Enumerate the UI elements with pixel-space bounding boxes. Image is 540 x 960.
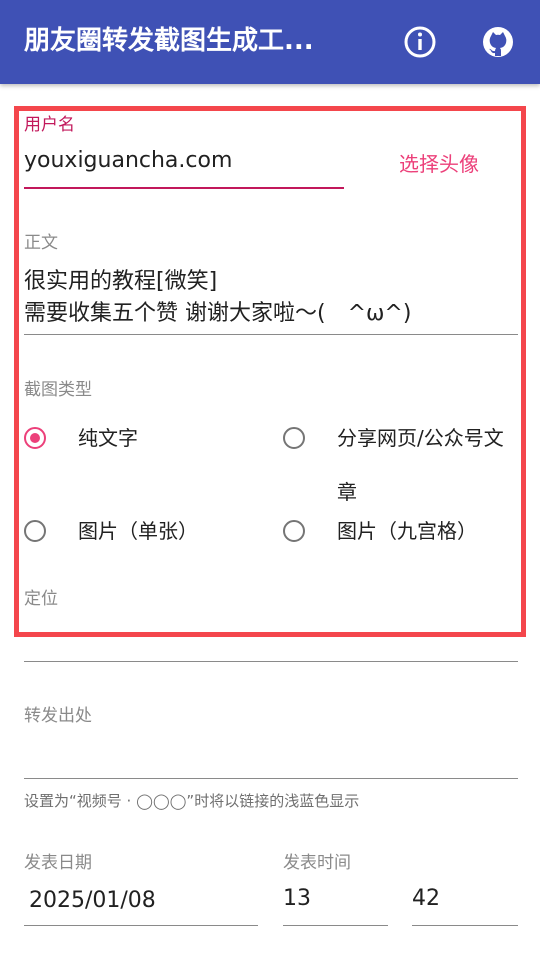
username-underline bbox=[24, 187, 344, 189]
radio-button[interactable] bbox=[24, 520, 46, 542]
radio-nine-grid[interactable]: 图片（九宫格） bbox=[283, 517, 477, 558]
radio-button[interactable] bbox=[283, 427, 305, 449]
choose-avatar-button[interactable]: 选择头像 bbox=[399, 148, 479, 177]
radio-button[interactable] bbox=[283, 520, 305, 542]
forward-source-hint: 设置为“视频号 · ◯◯◯”时将以链接的浅蓝色显示 bbox=[24, 792, 360, 810]
location-underline bbox=[24, 661, 518, 662]
app-bar: 朋友圈转发截图生成工... bbox=[0, 0, 540, 84]
app-title: 朋友圈转发截图生成工... bbox=[24, 26, 314, 56]
radio-label: 图片（九宫格） bbox=[337, 519, 477, 543]
publish-date-label: 发表日期 bbox=[24, 853, 92, 873]
publish-date-underline bbox=[24, 925, 258, 926]
radio-single-image[interactable]: 图片（单张） bbox=[24, 517, 198, 558]
forward-source-label: 转发出处 bbox=[24, 706, 92, 726]
username-label: 用户名 bbox=[24, 115, 75, 135]
username-input[interactable]: youxiguancha.com bbox=[24, 148, 232, 173]
forward-source-underline bbox=[24, 778, 518, 779]
publish-hour-input[interactable]: 13 bbox=[283, 886, 311, 911]
radio-plain-text[interactable]: 纯文字 bbox=[24, 424, 138, 465]
body-line-2: 需要收集五个赞 谢谢大家啦～( ^ω^) bbox=[24, 301, 412, 326]
github-icon[interactable] bbox=[478, 22, 518, 62]
radio-label: 分享网页/公众号文章 bbox=[337, 426, 504, 504]
publish-time-label: 发表时间 bbox=[283, 853, 351, 873]
radio-label: 图片（单张） bbox=[78, 519, 198, 543]
body-line-1: 很实用的教程[微笑] bbox=[24, 269, 218, 294]
screenshot-type-label: 截图类型 bbox=[24, 380, 92, 400]
publish-minute-input[interactable]: 42 bbox=[412, 886, 440, 911]
location-label: 定位 bbox=[24, 589, 58, 609]
publish-hour-underline bbox=[283, 925, 388, 926]
info-icon[interactable] bbox=[400, 22, 440, 62]
radio-button-checked[interactable] bbox=[24, 427, 46, 449]
publish-minute-underline bbox=[412, 925, 518, 926]
publish-date-input[interactable]: 2025/01/08 bbox=[29, 888, 156, 913]
radio-label: 纯文字 bbox=[78, 426, 138, 450]
body-label: 正文 bbox=[24, 233, 58, 253]
body-input[interactable]: 很实用的教程[微笑] 需要收集五个赞 谢谢大家啦～( ^ω^) bbox=[24, 263, 518, 333]
body-underline bbox=[24, 334, 518, 335]
